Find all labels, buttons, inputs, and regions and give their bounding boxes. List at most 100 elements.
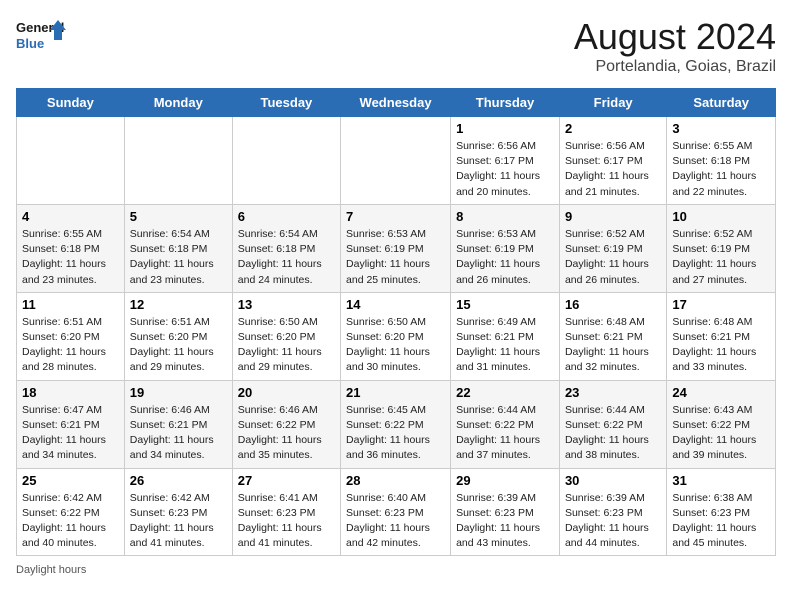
- day-number: 8: [456, 209, 554, 224]
- svg-text:Blue: Blue: [16, 36, 44, 51]
- calendar-cell: [341, 117, 451, 205]
- footer: Daylight hours: [16, 564, 776, 576]
- calendar-cell: 8 Sunrise: 6:53 AM Sunset: 6:19 PM Daylig…: [451, 204, 560, 292]
- calendar-cell: 13 Sunrise: 6:50 AM Sunset: 6:20 PM Dayli…: [232, 292, 340, 380]
- day-info: Sunrise: 6:42 AM Sunset: 6:22 PM Dayligh…: [22, 491, 119, 552]
- day-header: Sunday: [17, 89, 125, 117]
- day-info: Sunrise: 6:50 AM Sunset: 6:20 PM Dayligh…: [346, 315, 445, 376]
- day-header: Tuesday: [232, 89, 340, 117]
- day-info: Sunrise: 6:46 AM Sunset: 6:21 PM Dayligh…: [130, 403, 227, 464]
- day-number: 27: [238, 473, 335, 488]
- day-number: 26: [130, 473, 227, 488]
- calendar-cell: 6 Sunrise: 6:54 AM Sunset: 6:18 PM Daylig…: [232, 204, 340, 292]
- calendar-cell: 3 Sunrise: 6:55 AM Sunset: 6:18 PM Daylig…: [667, 117, 776, 205]
- calendar-cell: 20Sunrise: 6:46 AM Sunset: 6:22 PM Dayli…: [232, 380, 340, 468]
- calendar-cell: 24 Sunrise: 6:43 AM Sunset: 6:22 PM Dayli…: [667, 380, 776, 468]
- calendar-cell: 29 Sunrise: 6:39 AM Sunset: 6:23 PM Dayli…: [451, 468, 560, 556]
- day-number: 13: [238, 297, 335, 312]
- day-number: 15: [456, 297, 554, 312]
- day-header: Wednesday: [341, 89, 451, 117]
- calendar-cell: 19 Sunrise: 6:46 AM Sunset: 6:21 PM Dayli…: [124, 380, 232, 468]
- day-number: 10: [672, 209, 770, 224]
- day-info: Sunrise: 6:39 AM Sunset: 6:23 PM Dayligh…: [456, 491, 554, 552]
- day-number: 4: [22, 209, 119, 224]
- calendar-cell: 16Sunrise: 6:48 AM Sunset: 6:21 PM Dayli…: [559, 292, 666, 380]
- day-number: 21: [346, 385, 445, 400]
- calendar-cell: 28 Sunrise: 6:40 AM Sunset: 6:23 PM Dayli…: [341, 468, 451, 556]
- day-info: Sunrise: 6:51 AM Sunset: 6:20 PM Dayligh…: [22, 315, 119, 376]
- day-number: 3: [672, 121, 770, 136]
- day-header: Saturday: [667, 89, 776, 117]
- calendar-cell: 4 Sunrise: 6:55 AM Sunset: 6:18 PM Daylig…: [17, 204, 125, 292]
- day-info: Sunrise: 6:52 AM Sunset: 6:19 PM Dayligh…: [565, 227, 661, 288]
- day-info: Sunrise: 6:45 AM Sunset: 6:22 PM Dayligh…: [346, 403, 445, 464]
- title-block: August 2024 Portelandia, Goias, Brazil: [574, 16, 776, 76]
- day-number: 2: [565, 121, 661, 136]
- day-info: Sunrise: 6:54 AM Sunset: 6:18 PM Dayligh…: [238, 227, 335, 288]
- day-number: 29: [456, 473, 554, 488]
- calendar-cell: [17, 117, 125, 205]
- month-title: August 2024: [574, 16, 776, 58]
- day-header: Thursday: [451, 89, 560, 117]
- day-number: 12: [130, 297, 227, 312]
- day-info: Sunrise: 6:38 AM Sunset: 6:23 PM Dayligh…: [672, 491, 770, 552]
- calendar-cell: 21 Sunrise: 6:45 AM Sunset: 6:22 PM Dayli…: [341, 380, 451, 468]
- day-number: 28: [346, 473, 445, 488]
- logo: General Blue: [16, 16, 66, 60]
- day-number: 5: [130, 209, 227, 224]
- day-info: Sunrise: 6:39 AM Sunset: 6:23 PM Dayligh…: [565, 491, 661, 552]
- day-info: Sunrise: 6:44 AM Sunset: 6:22 PM Dayligh…: [456, 403, 554, 464]
- day-info: Sunrise: 6:42 AM Sunset: 6:23 PM Dayligh…: [130, 491, 227, 552]
- day-info: Sunrise: 6:48 AM Sunset: 6:21 PM Dayligh…: [672, 315, 770, 376]
- day-number: 19: [130, 385, 227, 400]
- calendar-cell: 7 Sunrise: 6:53 AM Sunset: 6:19 PM Daylig…: [341, 204, 451, 292]
- day-number: 17: [672, 297, 770, 312]
- day-info: Sunrise: 6:53 AM Sunset: 6:19 PM Dayligh…: [456, 227, 554, 288]
- calendar-cell: 9 Sunrise: 6:52 AM Sunset: 6:19 PM Daylig…: [559, 204, 666, 292]
- day-number: 24: [672, 385, 770, 400]
- calendar-cell: 11 Sunrise: 6:51 AM Sunset: 6:20 PM Dayli…: [17, 292, 125, 380]
- day-info: Sunrise: 6:55 AM Sunset: 6:18 PM Dayligh…: [22, 227, 119, 288]
- day-number: 16: [565, 297, 661, 312]
- day-number: 9: [565, 209, 661, 224]
- page-header: General Blue August 2024 Portelandia, Go…: [16, 16, 776, 76]
- day-number: 30: [565, 473, 661, 488]
- day-info: Sunrise: 6:56 AM Sunset: 6:17 PM Dayligh…: [456, 139, 554, 200]
- day-header: Monday: [124, 89, 232, 117]
- day-number: 22: [456, 385, 554, 400]
- calendar-cell: 1 Sunrise: 6:56 AM Sunset: 6:17 PM Daylig…: [451, 117, 560, 205]
- day-number: 23: [565, 385, 661, 400]
- day-info: Sunrise: 6:47 AM Sunset: 6:21 PM Dayligh…: [22, 403, 119, 464]
- day-info: Sunrise: 6:51 AM Sunset: 6:20 PM Dayligh…: [130, 315, 227, 376]
- daylight-label: Daylight hours: [16, 564, 86, 576]
- logo-svg: General Blue: [16, 16, 66, 60]
- calendar-cell: [124, 117, 232, 205]
- calendar-cell: 14 Sunrise: 6:50 AM Sunset: 6:20 PM Dayli…: [341, 292, 451, 380]
- calendar-cell: 31Sunrise: 6:38 AM Sunset: 6:23 PM Dayli…: [667, 468, 776, 556]
- day-number: 14: [346, 297, 445, 312]
- location-subtitle: Portelandia, Goias, Brazil: [574, 58, 776, 76]
- day-info: Sunrise: 6:43 AM Sunset: 6:22 PM Dayligh…: [672, 403, 770, 464]
- day-number: 25: [22, 473, 119, 488]
- calendar-cell: 30 Sunrise: 6:39 AM Sunset: 6:23 PM Dayli…: [559, 468, 666, 556]
- calendar-cell: [232, 117, 340, 205]
- calendar-cell: 25 Sunrise: 6:42 AM Sunset: 6:22 PM Dayli…: [17, 468, 125, 556]
- day-info: Sunrise: 6:53 AM Sunset: 6:19 PM Dayligh…: [346, 227, 445, 288]
- day-number: 11: [22, 297, 119, 312]
- day-number: 1: [456, 121, 554, 136]
- day-info: Sunrise: 6:55 AM Sunset: 6:18 PM Dayligh…: [672, 139, 770, 200]
- day-header: Friday: [559, 89, 666, 117]
- day-info: Sunrise: 6:41 AM Sunset: 6:23 PM Dayligh…: [238, 491, 335, 552]
- day-number: 20: [238, 385, 335, 400]
- day-info: Sunrise: 6:54 AM Sunset: 6:18 PM Dayligh…: [130, 227, 227, 288]
- day-info: Sunrise: 6:56 AM Sunset: 6:17 PM Dayligh…: [565, 139, 661, 200]
- day-number: 6: [238, 209, 335, 224]
- day-info: Sunrise: 6:40 AM Sunset: 6:23 PM Dayligh…: [346, 491, 445, 552]
- calendar-cell: 17 Sunrise: 6:48 AM Sunset: 6:21 PM Dayli…: [667, 292, 776, 380]
- day-number: 7: [346, 209, 445, 224]
- calendar-cell: 26 Sunrise: 6:42 AM Sunset: 6:23 PM Dayli…: [124, 468, 232, 556]
- calendar-cell: 12 Sunrise: 6:51 AM Sunset: 6:20 PM Dayli…: [124, 292, 232, 380]
- calendar-table: SundayMondayTuesdayWednesdayThursdayFrid…: [16, 88, 776, 556]
- day-info: Sunrise: 6:50 AM Sunset: 6:20 PM Dayligh…: [238, 315, 335, 376]
- calendar-cell: 22 Sunrise: 6:44 AM Sunset: 6:22 PM Dayli…: [451, 380, 560, 468]
